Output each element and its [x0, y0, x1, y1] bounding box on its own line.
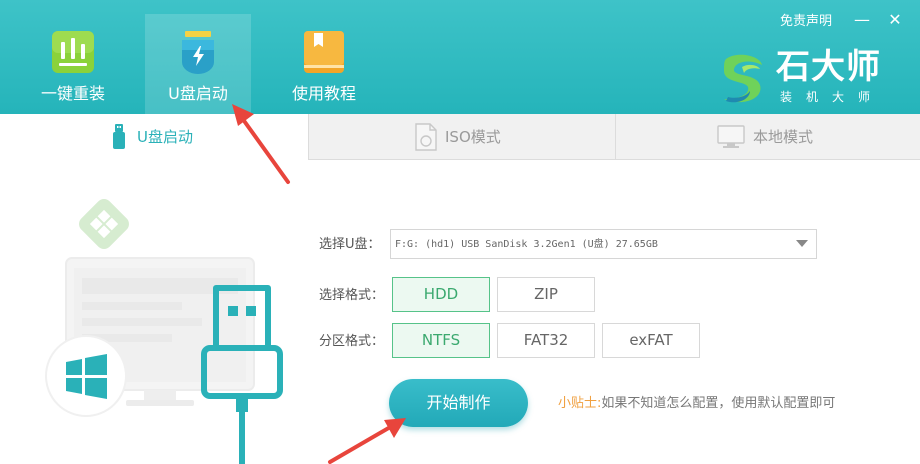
tab-iso-mode[interactable]: ISO模式: [308, 114, 615, 160]
mode-tabs: U盘启动 ISO模式 本地模式: [0, 114, 920, 160]
close-button[interactable]: ✕: [884, 9, 906, 31]
windows-badge-icon: [79, 199, 129, 249]
tab-label: U盘启动: [137, 128, 193, 146]
chart-bars-icon: [52, 31, 94, 73]
app-window: 一键重装 U盘启动 使用教程 免责声明 — ✕ 石大师 装机大师 U盘启动 IS…: [0, 0, 920, 464]
usb-drive-icon: [182, 31, 214, 74]
iso-file-icon: [415, 123, 437, 151]
brand-logo: 石大师 装机大师: [720, 45, 905, 107]
usb-select-label: 选择U盘：: [319, 237, 381, 252]
book-icon: [304, 31, 344, 73]
partition-option-exfat[interactable]: exFAT: [602, 323, 700, 358]
nav-tutorial[interactable]: 使用教程: [271, 14, 377, 114]
tip-prefix: 小贴士:: [558, 396, 602, 411]
brand-name: 石大师: [776, 47, 881, 87]
minimize-button[interactable]: —: [851, 9, 873, 31]
monitor-icon: [717, 125, 745, 148]
tab-label: 本地模式: [753, 128, 814, 146]
partition-option-fat32[interactable]: FAT32: [497, 323, 595, 358]
usb-drive-value: F:G: (hd1) USB SanDisk 3.2Gen1 (U盘) 27.6…: [395, 239, 658, 250]
partition-label: 分区格式：: [319, 334, 385, 349]
tab-label: ISO模式: [445, 128, 501, 146]
tip-text: 小贴士:如果不知道怎么配置，使用默认配置即可: [558, 396, 835, 412]
chevron-down-icon: [796, 240, 808, 247]
usb-drive-select[interactable]: F:G: (hd1) USB SanDisk 3.2Gen1 (U盘) 27.6…: [390, 229, 817, 259]
annotation-arrow-icon: [232, 104, 290, 184]
tip-body: 如果不知道怎么配置，使用默认配置即可: [601, 396, 836, 411]
nav-one-key-reinstall[interactable]: 一键重装: [20, 14, 126, 114]
header-bar: 一键重装 U盘启动 使用教程 免责声明 — ✕ 石大师 装机大师: [0, 0, 920, 114]
annotation-arrow-icon: [328, 418, 406, 464]
nav-label: 一键重装: [40, 84, 105, 103]
disclaimer-link[interactable]: 免责声明: [780, 13, 832, 31]
usb-stick-icon: [113, 124, 125, 149]
nav-usb-boot[interactable]: U盘启动: [145, 14, 251, 114]
tab-local-mode[interactable]: 本地模式: [615, 114, 920, 160]
format-option-hdd[interactable]: HDD: [392, 277, 490, 312]
logo-mark-icon: [724, 54, 762, 103]
brand-subtitle: 装机大师: [780, 90, 885, 104]
format-label: 选择格式：: [319, 288, 385, 303]
partition-option-ntfs[interactable]: NTFS: [392, 323, 490, 358]
usb-illustration: [45, 199, 283, 464]
format-option-zip[interactable]: ZIP: [497, 277, 595, 312]
